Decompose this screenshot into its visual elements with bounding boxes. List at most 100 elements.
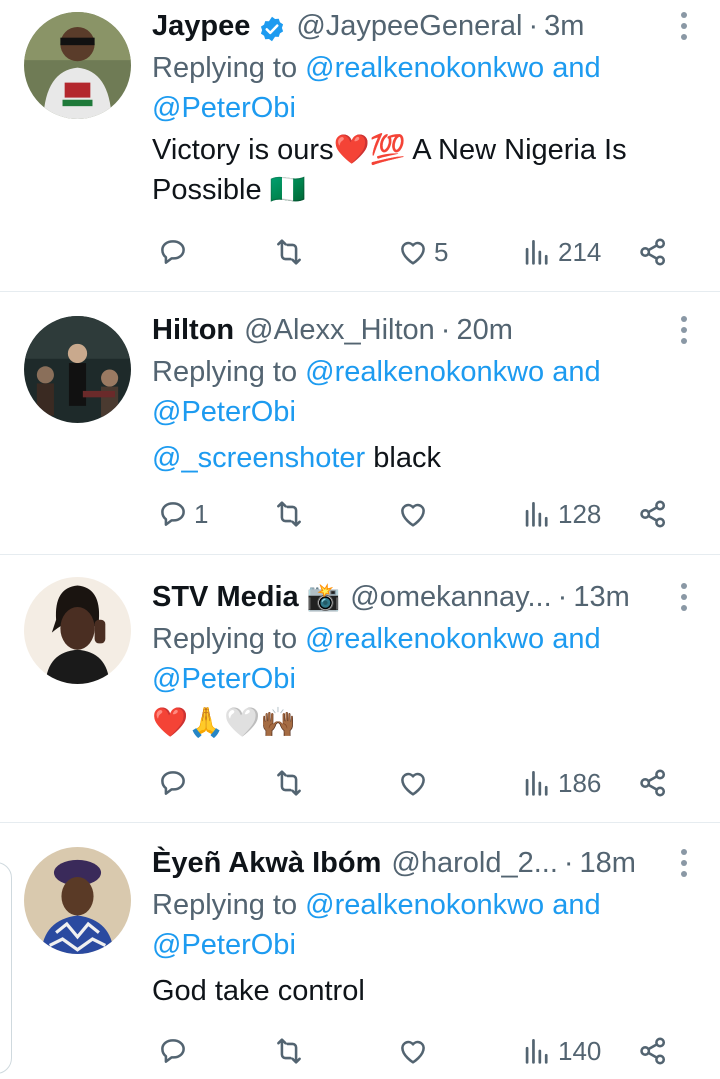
view-count: 186 — [558, 767, 602, 798]
like-button[interactable] — [396, 1031, 434, 1071]
replying-to: Replying to @realkenokonkwo and @PeterOb… — [152, 885, 700, 965]
views-button[interactable]: 140 — [520, 1031, 601, 1071]
display-name[interactable]: Jaypee — [152, 4, 250, 48]
tweet-header: Jaypee @JaypeeGeneral · 3m — [152, 4, 700, 48]
user-handle[interactable]: @omekannay... — [350, 575, 551, 619]
share-icon — [636, 766, 670, 800]
user-handle[interactable]: @Alexx_Hilton — [244, 308, 435, 352]
avatar[interactable] — [24, 577, 131, 684]
tweet[interactable]: Èyeñ Akwà Ibóm @harold_2... · 18m Replyi… — [0, 823, 720, 1079]
timestamp[interactable]: 18m — [580, 841, 636, 885]
speech-bubble-icon — [156, 497, 190, 531]
tweet[interactable]: Jaypee @JaypeeGeneral · 3m Replying to @… — [0, 0, 720, 292]
share-button[interactable] — [636, 494, 670, 534]
views-button[interactable]: 186 — [520, 763, 601, 803]
bar-chart-icon — [520, 497, 554, 531]
mention-link[interactable]: @PeterObi — [152, 92, 296, 124]
replying-to-label: Replying to — [152, 52, 298, 84]
mention-link[interactable]: @realkenokonkwo — [305, 623, 544, 655]
mention-link[interactable]: @realkenokonkwo — [305, 889, 544, 921]
tweet[interactable]: Hilton @Alexx_Hilton · 20m Replying to @… — [0, 292, 720, 555]
reply-button[interactable] — [156, 232, 194, 272]
verified-badge-icon — [258, 12, 286, 42]
heart-icon — [396, 235, 430, 269]
retweet-button[interactable] — [272, 763, 310, 803]
separator-dot: · — [563, 847, 574, 879]
replying-to: Replying to @realkenokonkwo and @PeterOb… — [152, 48, 700, 128]
display-name[interactable]: STV Media — [152, 575, 299, 619]
speech-bubble-icon — [156, 766, 190, 800]
mention-link[interactable]: @_screenshoter — [152, 442, 365, 474]
bar-chart-icon — [520, 235, 554, 269]
tweet-text-line: Victory is ours❤️💯 A New Nigeria Is — [152, 134, 627, 166]
share-button[interactable] — [636, 763, 670, 803]
reply-button[interactable] — [156, 763, 194, 803]
avatar[interactable] — [24, 847, 131, 954]
and-link[interactable]: and — [552, 52, 600, 84]
mention-link[interactable]: @PeterObi — [152, 663, 296, 695]
mention-link[interactable]: @realkenokonkwo — [305, 52, 544, 84]
share-icon — [636, 235, 670, 269]
retweet-button[interactable] — [272, 232, 310, 272]
timestamp[interactable]: 13m — [573, 575, 629, 619]
like-count: 5 — [434, 236, 449, 267]
bar-chart-icon — [520, 1034, 554, 1068]
separator-dot: · — [440, 314, 451, 346]
display-name[interactable]: Hilton — [152, 308, 234, 352]
tweet-text: ❤️🙏🤍🙌🏾 — [152, 703, 700, 743]
share-button[interactable] — [636, 1031, 670, 1071]
like-button[interactable] — [396, 763, 434, 803]
reply-count: 1 — [194, 498, 209, 529]
avatar[interactable] — [24, 12, 131, 119]
tweet-header: STV Media 📸 @omekannay... · 13m — [152, 575, 700, 619]
tweet-actions: 1 128 — [152, 494, 692, 534]
views-button[interactable]: 214 — [520, 232, 601, 272]
replying-to: Replying to @realkenokonkwo and @PeterOb… — [152, 619, 700, 699]
replying-to-label: Replying to — [152, 889, 298, 921]
share-icon — [636, 1034, 670, 1068]
speech-bubble-icon — [156, 1034, 190, 1068]
vertical-dots-icon[interactable] — [680, 316, 688, 344]
display-name[interactable]: Èyeñ Akwà Ibóm — [152, 841, 381, 885]
speech-bubble-icon — [156, 235, 190, 269]
replying-to: Replying to @realkenokonkwo and @PeterOb… — [152, 352, 700, 432]
tweet-actions: 5 214 — [152, 232, 692, 272]
tweet[interactable]: STV Media 📸 @omekannay... · 13m Replying… — [0, 555, 720, 823]
vertical-dots-icon[interactable] — [680, 849, 688, 877]
user-handle[interactable]: @JaypeeGeneral — [296, 4, 522, 48]
vertical-dots-icon[interactable] — [680, 583, 688, 611]
like-button[interactable] — [396, 494, 434, 534]
share-icon — [636, 497, 670, 531]
and-link[interactable]: and — [552, 356, 600, 388]
retweet-button[interactable] — [272, 1031, 310, 1071]
views-button[interactable]: 128 — [520, 494, 601, 534]
share-button[interactable] — [636, 232, 670, 272]
mention-link[interactable]: @PeterObi — [152, 396, 296, 428]
timestamp[interactable]: 20m — [456, 308, 512, 352]
view-count: 128 — [558, 498, 602, 529]
bar-chart-icon — [520, 766, 554, 800]
like-button[interactable]: 5 — [396, 232, 448, 272]
vertical-dots-icon[interactable] — [680, 12, 688, 40]
timestamp[interactable]: 3m — [544, 4, 584, 48]
retweet-icon — [272, 1034, 306, 1068]
tweet-text: @_screenshoter black — [152, 438, 700, 478]
heart-icon — [396, 1034, 430, 1068]
retweet-icon — [272, 497, 306, 531]
avatar[interactable] — [24, 316, 131, 423]
tweet-header: Hilton @Alexx_Hilton · 20m — [152, 308, 700, 352]
reply-button[interactable] — [156, 1031, 194, 1071]
heart-icon — [396, 497, 430, 531]
edge-panel-handle[interactable] — [0, 862, 12, 1074]
and-link[interactable]: and — [552, 889, 600, 921]
tweet-actions: 186 — [152, 763, 692, 803]
retweet-button[interactable] — [272, 494, 310, 534]
and-link[interactable]: and — [552, 623, 600, 655]
mention-link[interactable]: @realkenokonkwo — [305, 356, 544, 388]
reply-button[interactable]: 1 — [156, 494, 208, 534]
tweet-text-line: Possible 🇳🇬 — [152, 174, 306, 206]
tweet-feed: Jaypee @JaypeeGeneral · 3m Replying to @… — [0, 0, 720, 1079]
view-count: 140 — [558, 1035, 602, 1066]
user-handle[interactable]: @harold_2... — [391, 841, 557, 885]
mention-link[interactable]: @PeterObi — [152, 929, 296, 961]
